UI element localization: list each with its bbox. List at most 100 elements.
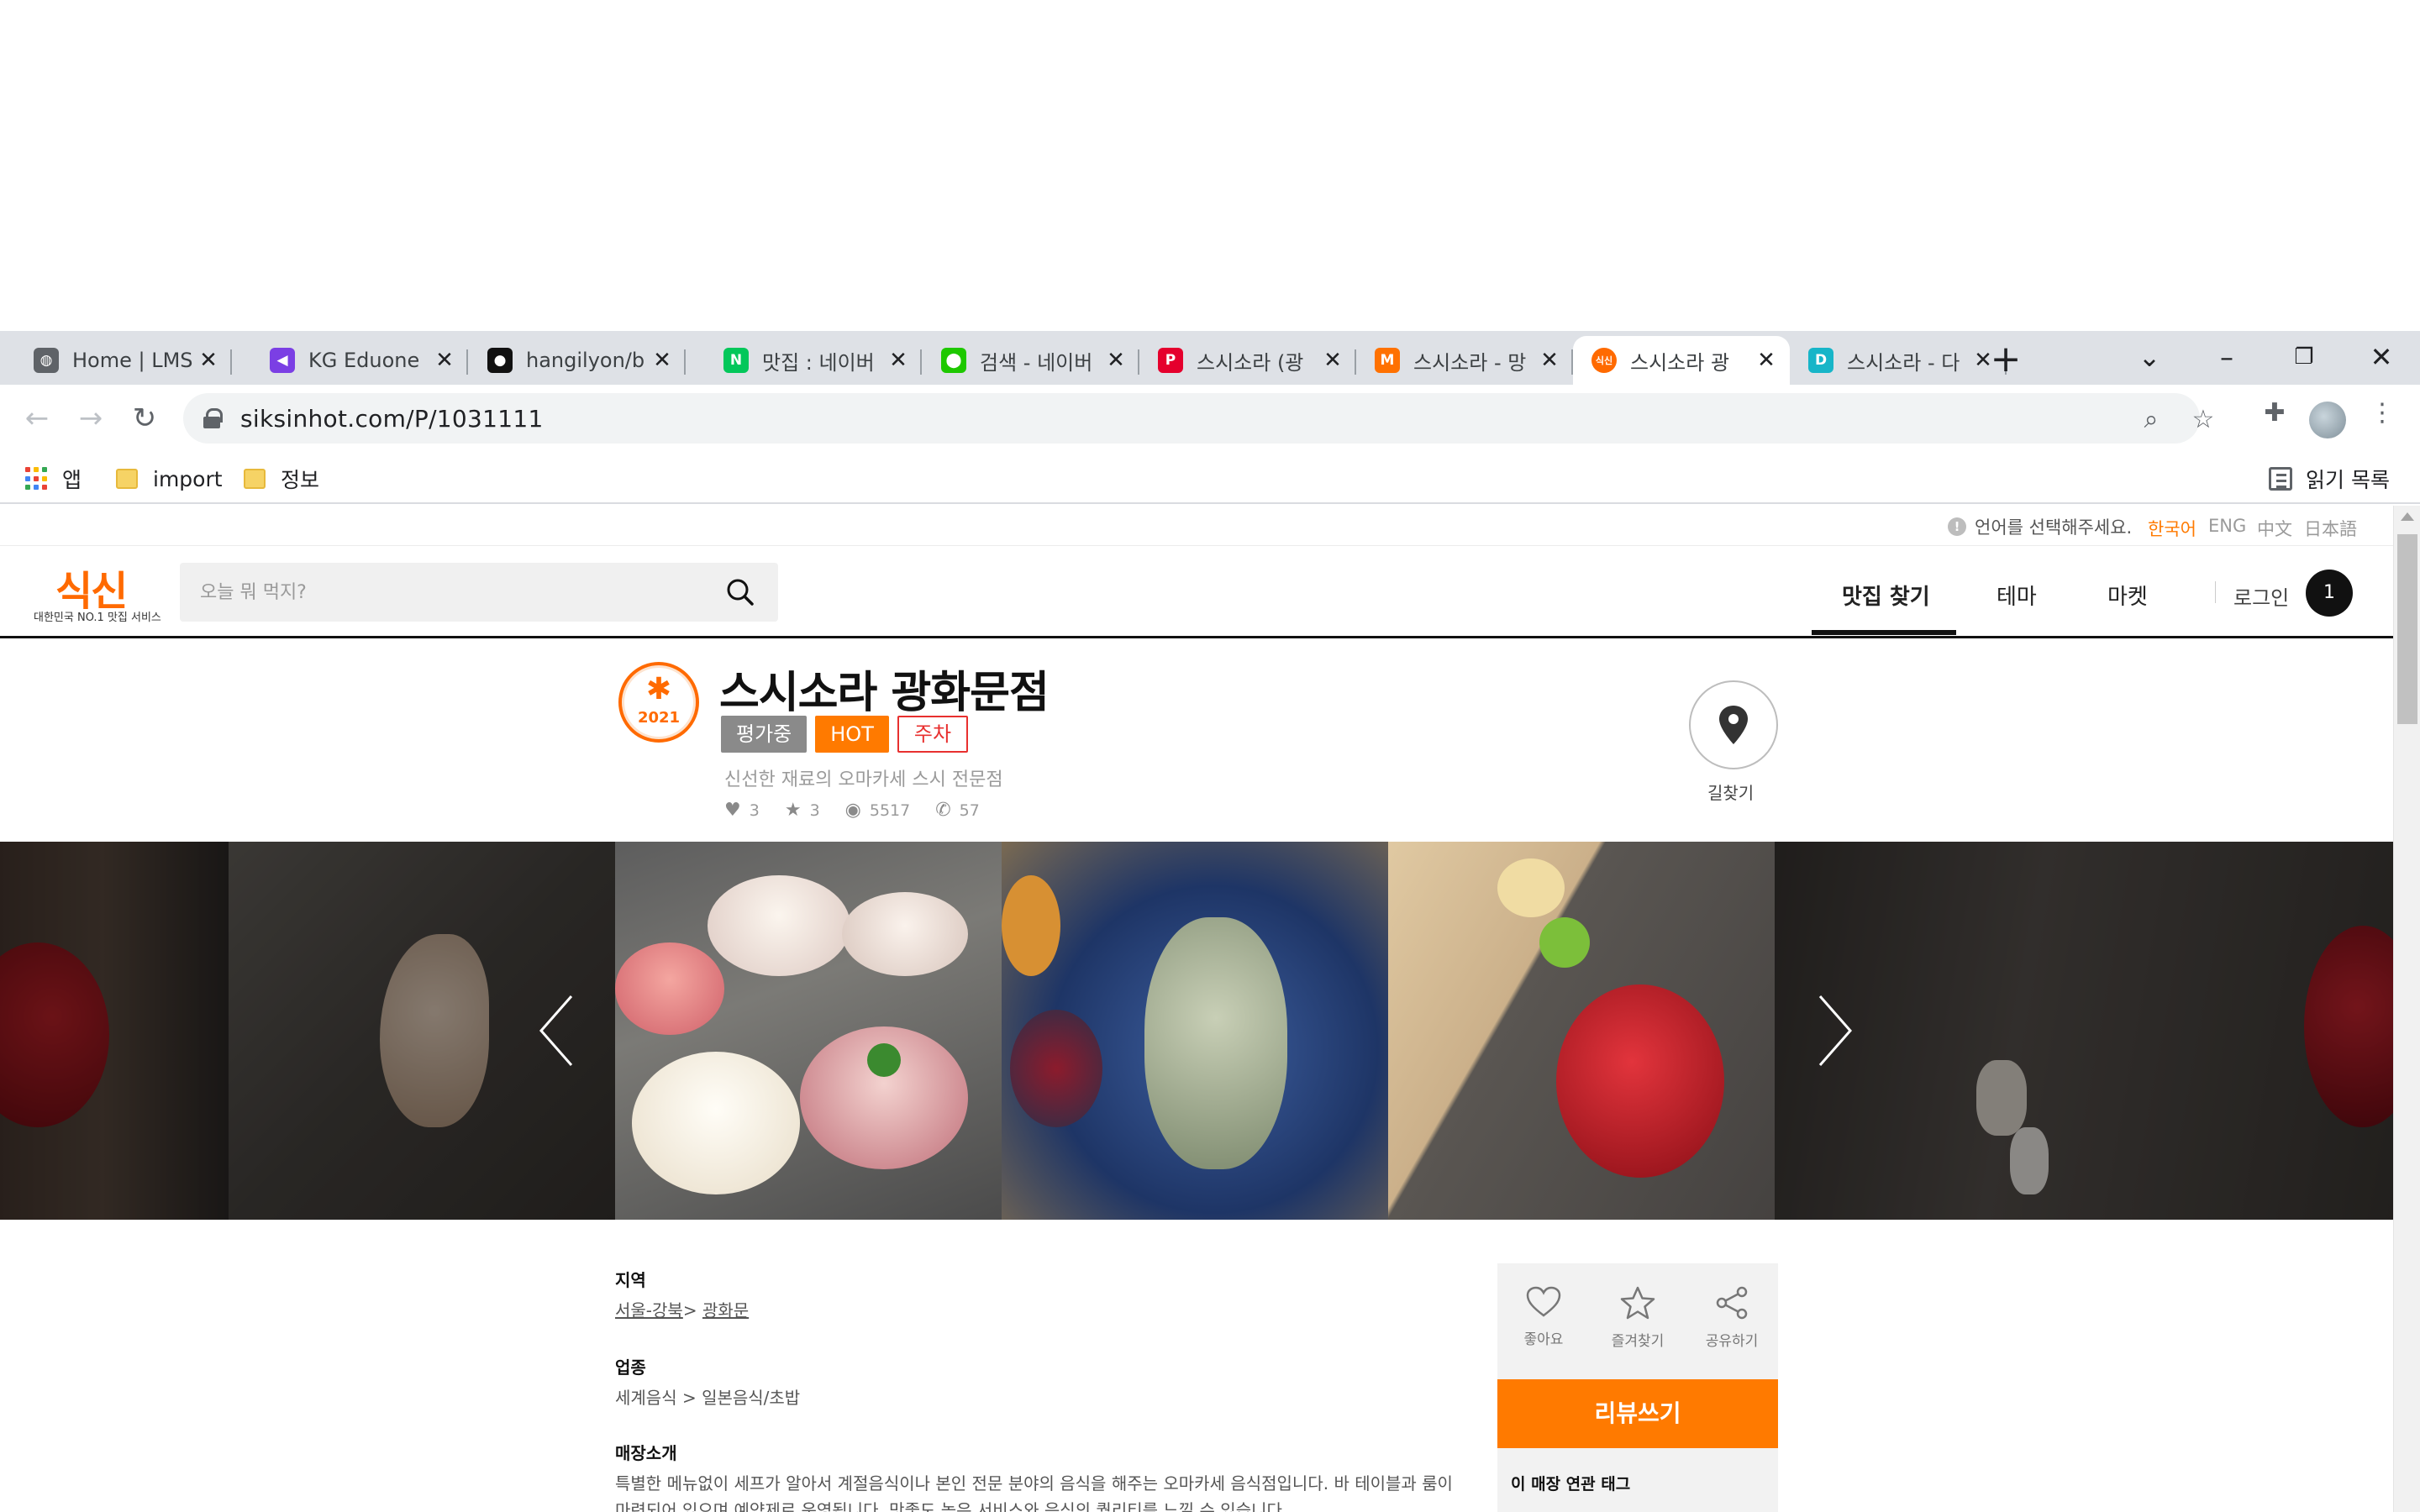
reload-icon[interactable]: ↻	[123, 396, 166, 440]
lock-icon[interactable]	[203, 408, 223, 428]
gallery-prev-arrow-icon[interactable]	[534, 993, 585, 1068]
tag-parking: 주차	[897, 716, 969, 753]
bookmark-folder-label: import	[153, 466, 223, 491]
eye-icon: ◉	[844, 800, 861, 821]
address-bar[interactable]: siksinhot.com/P/1031111 ⌕ ☆	[183, 393, 2214, 444]
site-header: 식신 대한민국 NO.1 맛집 서비스 맛집 찾기 테마 마켓 로그인 1	[0, 546, 2393, 638]
language-prompt: ! 언어를 선택해주세요.	[1948, 514, 2132, 539]
window-close-icon[interactable]: ✕	[2356, 336, 2407, 378]
language-option-chinese[interactable]: 中文	[2257, 516, 2292, 541]
tag-hot: HOT	[815, 716, 889, 753]
extensions-icon[interactable]: ✚	[2254, 398, 2296, 428]
map-pin-icon	[1719, 706, 1748, 744]
kg-eduone-icon: ◀	[270, 348, 295, 373]
tab-close-icon[interactable]: ✕	[1756, 348, 1776, 373]
tab-close-icon[interactable]: ✕	[888, 348, 908, 373]
browser-tab[interactable]: N 맛집 : 네이버 ✕	[705, 336, 922, 385]
tab-close-icon[interactable]: ✕	[434, 348, 455, 373]
stat-views-value: 5517	[869, 801, 911, 820]
related-tags-heading: 이 매장 연관 태그	[1511, 1475, 1631, 1494]
region-separator: >	[682, 1300, 697, 1320]
restore-icon[interactable]: ❐	[2279, 336, 2329, 378]
gallery-dim-left	[0, 842, 615, 1220]
bookmark-folder-info[interactable]: 정보	[244, 462, 319, 496]
phone-icon: ✆	[935, 800, 951, 821]
browser-toolbar: ← → ↻ siksinhot.com/P/1031111 ⌕ ☆ ✚ ⋮	[0, 385, 2420, 454]
gallery-photo[interactable]	[1002, 842, 1388, 1220]
like-button[interactable]: 좋아요	[1497, 1285, 1590, 1348]
browser-tab[interactable]: ◍ Home | LMS ✕	[15, 336, 232, 385]
gallery-next-arrow-icon[interactable]	[1807, 993, 1857, 1068]
profile-avatar[interactable]	[2309, 402, 2346, 438]
reading-list-button[interactable]: 읽기 목록	[2269, 462, 2390, 496]
language-option-english[interactable]: ENG	[2208, 516, 2246, 536]
nav-theme[interactable]: 테마	[1996, 580, 2037, 611]
tab-close-icon[interactable]: ✕	[652, 348, 672, 373]
directions-button[interactable]	[1689, 680, 1778, 769]
search-input[interactable]	[200, 578, 704, 606]
minimize-icon[interactable]: –	[2202, 336, 2252, 378]
browser-tab-active[interactable]: 식신 스시소라 광 ✕	[1573, 336, 1790, 385]
gallery-dim-right	[1775, 842, 2393, 1220]
tab-title: 스시소라 (광	[1197, 350, 1304, 375]
browser-tab[interactable]: M 스시소라 - 망 ✕	[1356, 336, 1573, 385]
tab-close-icon[interactable]: ✕	[1323, 348, 1343, 373]
tab-title: KG Eduone	[308, 349, 420, 372]
globe-icon: ◍	[34, 348, 59, 373]
directions-label: 길찾기	[1707, 783, 1754, 803]
cart-count-badge[interactable]: 1	[2306, 570, 2353, 617]
browser-tab[interactable]: P 스시소라 (광 ✕	[1139, 336, 1356, 385]
p-icon: P	[1158, 348, 1183, 373]
login-link[interactable]: 로그인	[2233, 581, 2289, 611]
language-option-korean[interactable]: 한국어	[2148, 516, 2196, 541]
search-icon[interactable]	[726, 578, 755, 606]
naver-map-icon: ⬤	[941, 348, 966, 373]
nav-divider	[2215, 581, 2216, 603]
tab-title: 맛집 : 네이버	[762, 350, 875, 375]
menu-icon[interactable]: ⋮	[2361, 398, 2403, 428]
tab-close-icon[interactable]: ✕	[198, 348, 218, 373]
write-review-button[interactable]: 리뷰쓰기	[1497, 1379, 1778, 1448]
region-link-district[interactable]: 광화문	[702, 1300, 749, 1320]
folder-icon	[116, 469, 138, 489]
award-year: 2021	[637, 709, 681, 727]
tab-close-icon[interactable]: ✕	[1539, 348, 1560, 373]
tab-search-icon[interactable]: ⌄	[2124, 336, 2175, 378]
site-logo-tagline: 대한민국 NO.1 맛집 서비스	[34, 612, 161, 624]
browser-tab[interactable]: ⬤ 검색 - 네이버 ✕	[923, 336, 1139, 385]
heart-icon: ♥	[724, 800, 741, 821]
tab-close-icon[interactable]: ✕	[1106, 348, 1126, 373]
share-label: 공유하기	[1705, 1333, 1759, 1350]
back-icon[interactable]: ←	[15, 396, 59, 440]
info-icon: !	[1948, 517, 1966, 536]
asterisk-icon: ✱	[645, 672, 672, 706]
stat-likes-value: 3	[749, 801, 760, 820]
nav-restaurant-search[interactable]: 맛집 찾기	[1842, 580, 1930, 611]
forward-icon[interactable]: →	[69, 396, 113, 440]
browser-tab[interactable]: ◀ KG Eduone ✕	[251, 336, 468, 385]
tab-separator	[920, 349, 922, 375]
naver-icon: N	[723, 348, 749, 373]
bookmark-apps[interactable]: 앱	[25, 462, 82, 496]
language-option-japanese[interactable]: 日本語	[2304, 516, 2357, 541]
gallery-photo[interactable]	[615, 842, 1002, 1220]
scroll-up-arrow-icon[interactable]	[2401, 512, 2414, 521]
favorite-button[interactable]: 즐겨찾기	[1591, 1285, 1684, 1350]
new-tab-button[interactable]: +	[1985, 341, 2027, 378]
browser-tab[interactable]: ● hangilyon/b ✕	[469, 336, 686, 385]
browser-tab[interactable]: D 스시소라 - 다 ✕	[1790, 336, 2007, 385]
tab-title: 스시소라 광	[1630, 350, 1730, 375]
nav-market[interactable]: 마켓	[2107, 580, 2148, 611]
share-button[interactable]: 공유하기	[1686, 1285, 1778, 1350]
stat-likes: ♥ 3	[724, 800, 760, 821]
zoom-icon[interactable]: ⌕	[2134, 405, 2168, 434]
like-label: 좋아요	[1523, 1331, 1564, 1348]
bookmark-folder-import[interactable]: import	[116, 462, 223, 496]
page-scrollbar[interactable]	[2393, 506, 2420, 1512]
mangoplate-icon: M	[1375, 348, 1400, 373]
scrollbar-thumb[interactable]	[2397, 534, 2417, 724]
gallery-photo[interactable]	[1388, 842, 1775, 1220]
bookmark-star-icon[interactable]: ☆	[2186, 405, 2220, 434]
region-link-city[interactable]: 서울-강북	[615, 1300, 683, 1320]
url-text[interactable]: siksinhot.com/P/1031111	[240, 405, 544, 433]
